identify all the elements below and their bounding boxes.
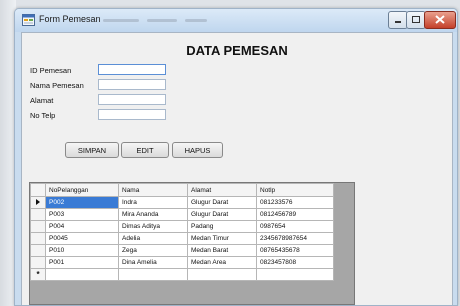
edit-button[interactable]: EDIT	[121, 142, 169, 158]
grid-cell[interactable]	[256, 268, 334, 281]
row-header[interactable]	[30, 220, 46, 233]
grid-table: NoPelanggan Nama Alamat Notlp P002 Indra…	[30, 183, 334, 281]
simpan-button[interactable]: SIMPAN	[65, 142, 119, 158]
column-header-alamat[interactable]: Alamat	[187, 183, 257, 197]
grid-cell[interactable]: Medan Area	[187, 256, 257, 269]
table-row[interactable]: P010 Zega Medan Barat 08765435678	[30, 244, 334, 257]
blurred-menu-text	[185, 19, 207, 22]
table-row[interactable]: P003 Mira Ananda Glugur Darat 0812456789	[30, 208, 334, 221]
table-row[interactable]: P004 Dimas Aditya Padang 0987654	[30, 220, 334, 233]
minimize-icon	[395, 21, 401, 23]
close-button[interactable]	[424, 11, 456, 29]
grid-cell[interactable]	[187, 268, 257, 281]
row-header[interactable]	[30, 232, 46, 245]
blurred-menu-text	[103, 19, 139, 22]
window-title: Form Pemesan	[39, 14, 101, 24]
grid-cell[interactable]: Indra	[118, 196, 188, 209]
row-header[interactable]	[30, 208, 46, 221]
column-header-nama[interactable]: Nama	[118, 183, 188, 197]
maximize-button[interactable]	[406, 11, 426, 29]
alamat-label: Alamat	[30, 96, 54, 105]
hapus-button[interactable]: HAPUS	[172, 142, 223, 158]
grid-cell[interactable]: 0812456789	[256, 208, 334, 221]
maximize-icon	[412, 16, 420, 23]
grid-cell[interactable]: 0823457808	[256, 256, 334, 269]
grid-header-row: NoPelanggan Nama Alamat Notlp	[30, 183, 334, 197]
blurred-menu-text	[147, 19, 177, 22]
grid-cell[interactable]: P0045	[45, 232, 119, 245]
close-icon	[435, 15, 445, 24]
grid-cell[interactable]: P010	[45, 244, 119, 257]
table-row[interactable]: P002 Indra Glugur Darat 081233576	[30, 196, 334, 209]
column-header-notlp[interactable]: Notlp	[256, 183, 334, 197]
nama-pemesan-input[interactable]	[98, 79, 166, 90]
grid-cell[interactable]: 08765435678	[256, 244, 334, 257]
nama-pemesan-label: Nama Pemesan	[30, 81, 84, 90]
grid-cell[interactable]: Dina Amelia	[118, 256, 188, 269]
column-header-nopelanggan[interactable]: NoPelanggan	[45, 183, 119, 197]
current-row-arrow-icon	[36, 198, 40, 205]
grid-cell-selected[interactable]: P002	[45, 196, 119, 209]
id-pemesan-label: ID Pemesan	[30, 66, 72, 75]
grid-cell[interactable]: Medan Timur	[187, 232, 257, 245]
new-row[interactable]: *	[30, 268, 334, 281]
title-bar[interactable]: Form Pemesan	[15, 9, 457, 32]
grid-cell[interactable]: Medan Barat	[187, 244, 257, 257]
grid-cell[interactable]: Glugur Darat	[187, 208, 257, 221]
form-app-icon	[22, 14, 35, 26]
grid-cell[interactable]: P004	[45, 220, 119, 233]
grid-cell[interactable]: 081233576	[256, 196, 334, 209]
alamat-input[interactable]	[98, 94, 166, 105]
table-row[interactable]: P001 Dina Amelia Medan Area 0823457808	[30, 256, 334, 269]
row-header[interactable]	[30, 256, 46, 269]
minimize-button[interactable]	[388, 11, 408, 29]
row-header-current[interactable]	[30, 196, 46, 209]
grid-cell[interactable]: Zega	[118, 244, 188, 257]
grid-cell[interactable]	[45, 268, 119, 281]
grid-cell[interactable]: Dimas Aditya	[118, 220, 188, 233]
id-pemesan-input[interactable]	[98, 64, 166, 75]
form-window: Form Pemesan DATA PEMESAN ID Pemesan Nam…	[14, 8, 458, 306]
no-telp-input[interactable]	[98, 109, 166, 120]
grid-cell[interactable]: Mira Ananda	[118, 208, 188, 221]
new-row-marker[interactable]: *	[30, 268, 46, 281]
grid-cell[interactable]: Glugur Darat	[187, 196, 257, 209]
grid-cell[interactable]	[118, 268, 188, 281]
table-row[interactable]: P0045 Adelia Medan Timur 2345678987654	[30, 232, 334, 245]
grid-cell[interactable]: 2345678987654	[256, 232, 334, 245]
grid-cell[interactable]: P001	[45, 256, 119, 269]
grid-cell[interactable]: 0987654	[256, 220, 334, 233]
row-header[interactable]	[30, 244, 46, 257]
pemesan-data-grid[interactable]: NoPelanggan Nama Alamat Notlp P002 Indra…	[29, 182, 355, 305]
form-heading: DATA PEMESAN	[186, 43, 288, 58]
form-client-area: DATA PEMESAN ID Pemesan Nama Pemesan Ala…	[21, 32, 453, 305]
grid-cell[interactable]: P003	[45, 208, 119, 221]
no-telp-label: No Telp	[30, 111, 56, 120]
grid-cell[interactable]: Padang	[187, 220, 257, 233]
grid-corner-cell	[30, 183, 46, 197]
grid-cell[interactable]: Adelia	[118, 232, 188, 245]
